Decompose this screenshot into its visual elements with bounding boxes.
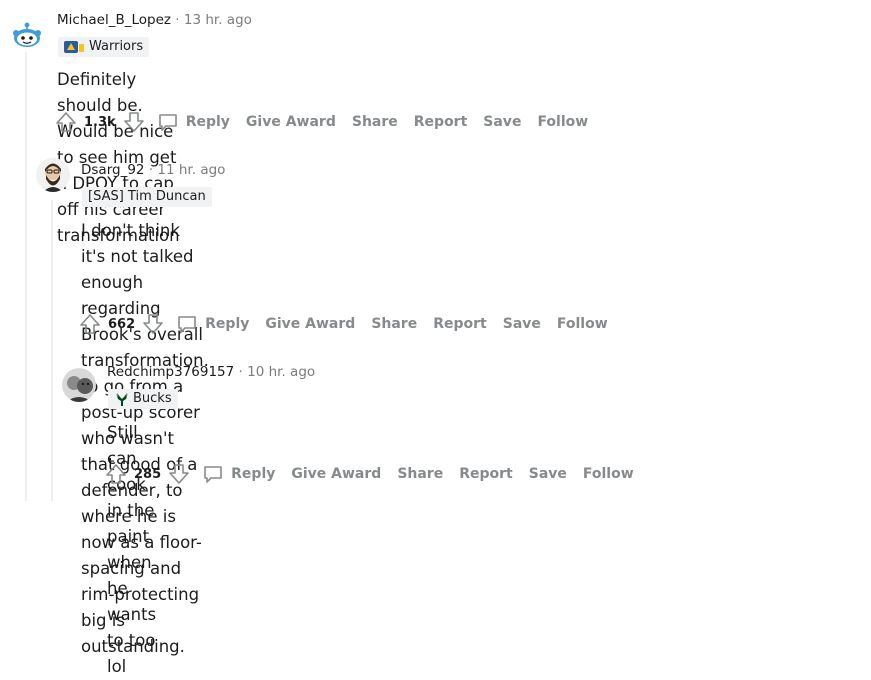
share-button[interactable]: Share [352, 114, 398, 130]
flair-text: [SAS] Tim Duncan [88, 189, 206, 204]
follow-button[interactable]: Follow [557, 316, 608, 332]
comment-body: Still can cook in the paint when he want… [107, 423, 157, 676]
vote-score: 285 [134, 466, 162, 482]
comment-meta: Redchimp3769157 · 10 hr. ago [107, 364, 315, 380]
user-flair: Warriors [58, 37, 150, 57]
follow-button[interactable]: Follow [537, 114, 588, 130]
comment-bubble-icon [178, 316, 196, 333]
vote-score: 662 [108, 316, 136, 332]
give-award-button[interactable]: Give Award [265, 316, 355, 332]
flair-text: Warriors [89, 39, 144, 54]
save-button[interactable]: Save [529, 466, 567, 482]
user-avatar[interactable] [62, 368, 96, 402]
timestamp[interactable]: 11 hr. ago [157, 162, 225, 178]
report-button[interactable]: Report [433, 316, 487, 332]
timestamp[interactable]: 10 hr. ago [247, 364, 315, 380]
give-award-button[interactable]: Give Award [246, 114, 336, 130]
comment-bubble-icon [204, 466, 222, 483]
bucks-flair-icon [116, 393, 128, 406]
report-button[interactable]: Report [459, 466, 513, 482]
thread-line[interactable] [25, 48, 27, 501]
report-button[interactable]: Report [414, 114, 468, 130]
comment-meta: Dsarg_92 · 11 hr. ago [81, 162, 225, 178]
meta-separator: · [148, 162, 154, 178]
thread-line[interactable] [51, 200, 53, 501]
comment-bubble-icon [158, 114, 177, 131]
upvote-icon[interactable] [78, 312, 102, 336]
warriors-flair-icon [64, 41, 84, 53]
upvote-icon[interactable] [104, 462, 128, 486]
username[interactable]: Michael_B_Lopez [57, 12, 171, 28]
comment-actions: 1.3k Reply Give Award Share Report Save … [54, 108, 588, 136]
downvote-icon[interactable] [141, 312, 165, 336]
vote-score: 1.3k [84, 114, 116, 130]
give-award-button[interactable]: Give Award [291, 466, 381, 482]
user-flair: [SAS] Tim Duncan [82, 187, 212, 207]
comment-actions: 662 Reply Give Award Share Report Save F… [78, 310, 608, 338]
username[interactable]: Dsarg_92 [81, 162, 145, 178]
reply-button[interactable]: Reply [201, 462, 275, 486]
share-button[interactable]: Share [371, 316, 417, 332]
save-button[interactable]: Save [483, 114, 521, 130]
user-avatar[interactable] [36, 158, 70, 192]
username[interactable]: Redchimp3769157 [107, 364, 234, 380]
meta-separator: · [238, 364, 243, 380]
downvote-icon[interactable] [122, 110, 146, 134]
upvote-icon[interactable] [54, 110, 78, 134]
timestamp[interactable]: 13 hr. ago [184, 12, 252, 28]
reply-label: Reply [185, 114, 230, 130]
meta-separator: · [175, 12, 180, 28]
reply-label: Reply [231, 466, 276, 482]
user-flair: Bucks [108, 389, 178, 409]
save-button[interactable]: Save [503, 316, 541, 332]
reply-button[interactable]: Reply [175, 312, 249, 336]
share-button[interactable]: Share [397, 466, 443, 482]
reddit-snoo-avatar[interactable] [10, 18, 44, 52]
reply-label: Reply [205, 316, 250, 332]
flair-text: Bucks [133, 391, 172, 406]
downvote-icon[interactable] [167, 462, 191, 486]
comment-meta: Michael_B_Lopez · 13 hr. ago [57, 12, 252, 28]
reply-button[interactable]: Reply [156, 110, 230, 134]
comment-actions: 285 Reply Give Award Share Report Save F… [104, 460, 634, 488]
follow-button[interactable]: Follow [583, 466, 634, 482]
